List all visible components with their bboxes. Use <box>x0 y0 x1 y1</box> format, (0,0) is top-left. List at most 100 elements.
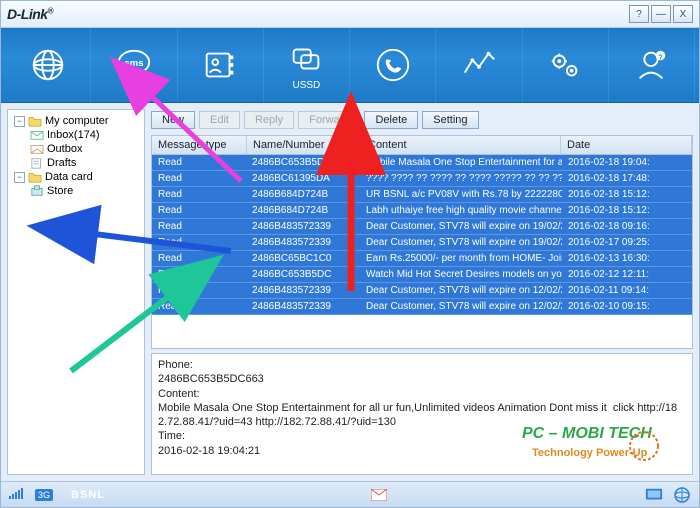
table-cell: 2016-02-18 15:12: <box>562 188 692 201</box>
table-row[interactable]: Read2486B684D724BUR BSNL a/c PV08V with … <box>152 187 692 203</box>
tree-node-data-card[interactable]: − Data card <box>10 170 142 184</box>
table-cell: 2486BC61395DA <box>246 172 360 185</box>
detail-content: Mobile Masala One Stop Entertainment for… <box>158 401 686 430</box>
table-cell: 2486B684D724B <box>246 204 360 217</box>
table-cell: 2016-02-18 09:16: <box>562 220 692 233</box>
table-cell: 2016-02-17 09:25: <box>562 236 692 249</box>
folder-icon <box>28 171 42 183</box>
detail-content-label: Content: <box>158 387 686 401</box>
table-cell: Read <box>152 220 246 233</box>
outbox-icon <box>30 143 44 155</box>
setting-button[interactable]: Setting <box>422 111 478 129</box>
col-date[interactable]: Date <box>561 136 692 154</box>
ussd-icon <box>287 40 325 78</box>
detail-time: 2016-02-18 19:04:21 <box>158 444 686 458</box>
delete-button[interactable]: Delete <box>364 111 418 129</box>
table-cell: 2486BC65BC1C0 <box>246 252 360 265</box>
table-cell: 2016-02-18 17:48: <box>562 172 692 185</box>
sms-tab[interactable]: sms <box>91 28 177 102</box>
table-cell: 2016-02-18 19:04: <box>562 156 692 169</box>
settings-tab[interactable] <box>523 28 609 102</box>
detail-time-label: Time: <box>158 429 686 443</box>
gear-icon <box>546 46 584 84</box>
tree-label: My computer <box>45 115 109 127</box>
table-row[interactable]: Read2486B483572339Dear Customer, STV78 w… <box>152 299 692 315</box>
body: − My computer Inbox(174) Outbox Drafts −… <box>1 103 699 481</box>
reply-button: Reply <box>244 111 294 129</box>
tree-node-drafts[interactable]: Drafts <box>10 156 142 170</box>
globe-status-icon[interactable] <box>673 487 691 503</box>
table-cell: 2486B483572339 <box>246 300 360 313</box>
table-cell: 2486B483572339 <box>246 220 360 233</box>
table-header: Message type Name/Number Content Date <box>152 136 692 155</box>
minimize-button[interactable]: — <box>651 5 671 23</box>
detail-phone: 2486BC653B5DC663 <box>158 372 686 386</box>
table-row[interactable]: Read2486B483572339Dear Customer, STV78 w… <box>152 235 692 251</box>
table-cell: Dear Customer, STV78 will expire on 19/0… <box>360 220 562 233</box>
table-cell: 2486BC653B5DC <box>246 268 360 281</box>
table-cell: Dear Customer, STV78 will expire on 19/0… <box>360 236 562 249</box>
carrier-label: BSNL <box>63 487 113 503</box>
col-content[interactable]: Content <box>362 136 561 154</box>
table-row[interactable]: Read2486BC65BC1C0Earn Rs.25000/- per mon… <box>152 251 692 267</box>
tree-node-outbox[interactable]: Outbox <box>10 142 142 156</box>
close-button[interactable]: X <box>673 5 693 23</box>
tree-label: Drafts <box>47 157 76 169</box>
table-cell: ???? ???? ?? ???? ?? ???? ????? ?? ?? ??… <box>360 172 562 185</box>
table-cell: Mobile Masala One Stop Entertainment for… <box>360 156 562 169</box>
folder-tree: − My computer Inbox(174) Outbox Drafts −… <box>7 109 145 475</box>
sms-icon: sms <box>115 46 153 84</box>
table-row[interactable]: Read2486BC653B5DCMobile Masala One Stop … <box>152 155 692 171</box>
table-cell: 2486B684D724B <box>246 188 360 201</box>
table-cell: Read <box>152 268 246 281</box>
table-body: Read2486BC653B5DCMobile Masala One Stop … <box>152 155 692 348</box>
ussd-tab[interactable]: USSD <box>264 28 350 102</box>
stats-tab[interactable] <box>436 28 522 102</box>
tree-label: Store <box>47 185 73 197</box>
table-cell: 2016-02-12 12:11: <box>562 268 692 281</box>
table-cell: Read <box>152 252 246 265</box>
main-panel: New Edit Reply Forward Delete Setting Me… <box>151 109 693 475</box>
table-cell: Read <box>152 204 246 217</box>
tree-node-store[interactable]: Store <box>10 184 142 198</box>
table-row[interactable]: Read2486B483572339Dear Customer, STV78 w… <box>152 219 692 235</box>
message-detail: Phone: 2486BC653B5DC663 Content: Mobile … <box>151 353 693 475</box>
table-row[interactable]: Read2486B483572339Dear Customer, STV78 w… <box>152 283 692 299</box>
screen-status-icon[interactable] <box>645 487 663 503</box>
detail-phone-label: Phone: <box>158 358 686 372</box>
table-cell: Read <box>152 188 246 201</box>
table-row[interactable]: Read2486BC61395DA???? ???? ?? ???? ?? ??… <box>152 171 692 187</box>
titlebar: D-Link® ? — X <box>1 1 699 28</box>
table-row[interactable]: Read2486BC653B5DCWatch Mid Hot Secret De… <box>152 267 692 283</box>
table-cell: Watch Mid Hot Secret Desires models on y… <box>360 268 562 281</box>
table-cell: 2016-02-18 15:12: <box>562 204 692 217</box>
table-cell: Read <box>152 156 246 169</box>
stats-icon <box>460 46 498 84</box>
new-button[interactable]: New <box>151 111 195 129</box>
tree-label: Outbox <box>47 143 82 155</box>
calls-tab[interactable] <box>350 28 436 102</box>
forward-button: Forward <box>298 111 360 129</box>
message-table: Message type Name/Number Content Date Re… <box>151 135 693 349</box>
table-cell: Dear Customer, STV78 will expire on 12/0… <box>360 300 562 313</box>
col-type[interactable]: Message type <box>152 136 247 154</box>
collapse-icon[interactable]: − <box>14 172 25 183</box>
internet-tab[interactable] <box>5 28 91 102</box>
help-button[interactable]: ? <box>629 5 649 23</box>
table-cell: Read <box>152 284 246 297</box>
table-cell: 2486BC653B5DC <box>246 156 360 169</box>
tree-node-my-computer[interactable]: − My computer <box>10 114 142 128</box>
col-name[interactable]: Name/Number <box>247 136 362 154</box>
table-cell: Read <box>152 300 246 313</box>
edit-button: Edit <box>199 111 240 129</box>
collapse-icon[interactable]: − <box>14 116 25 127</box>
tree-label: Inbox(174) <box>47 129 100 141</box>
table-row[interactable]: Read2486B684D724BLabh uthaiye free high … <box>152 203 692 219</box>
profile-tab[interactable]: ? <box>609 28 695 102</box>
profile-icon: ? <box>632 46 670 84</box>
tree-node-inbox[interactable]: Inbox(174) <box>10 128 142 142</box>
contacts-tab[interactable] <box>178 28 264 102</box>
ussd-label: USSD <box>292 80 320 91</box>
drafts-icon <box>30 157 44 169</box>
signal-icon <box>9 486 25 503</box>
